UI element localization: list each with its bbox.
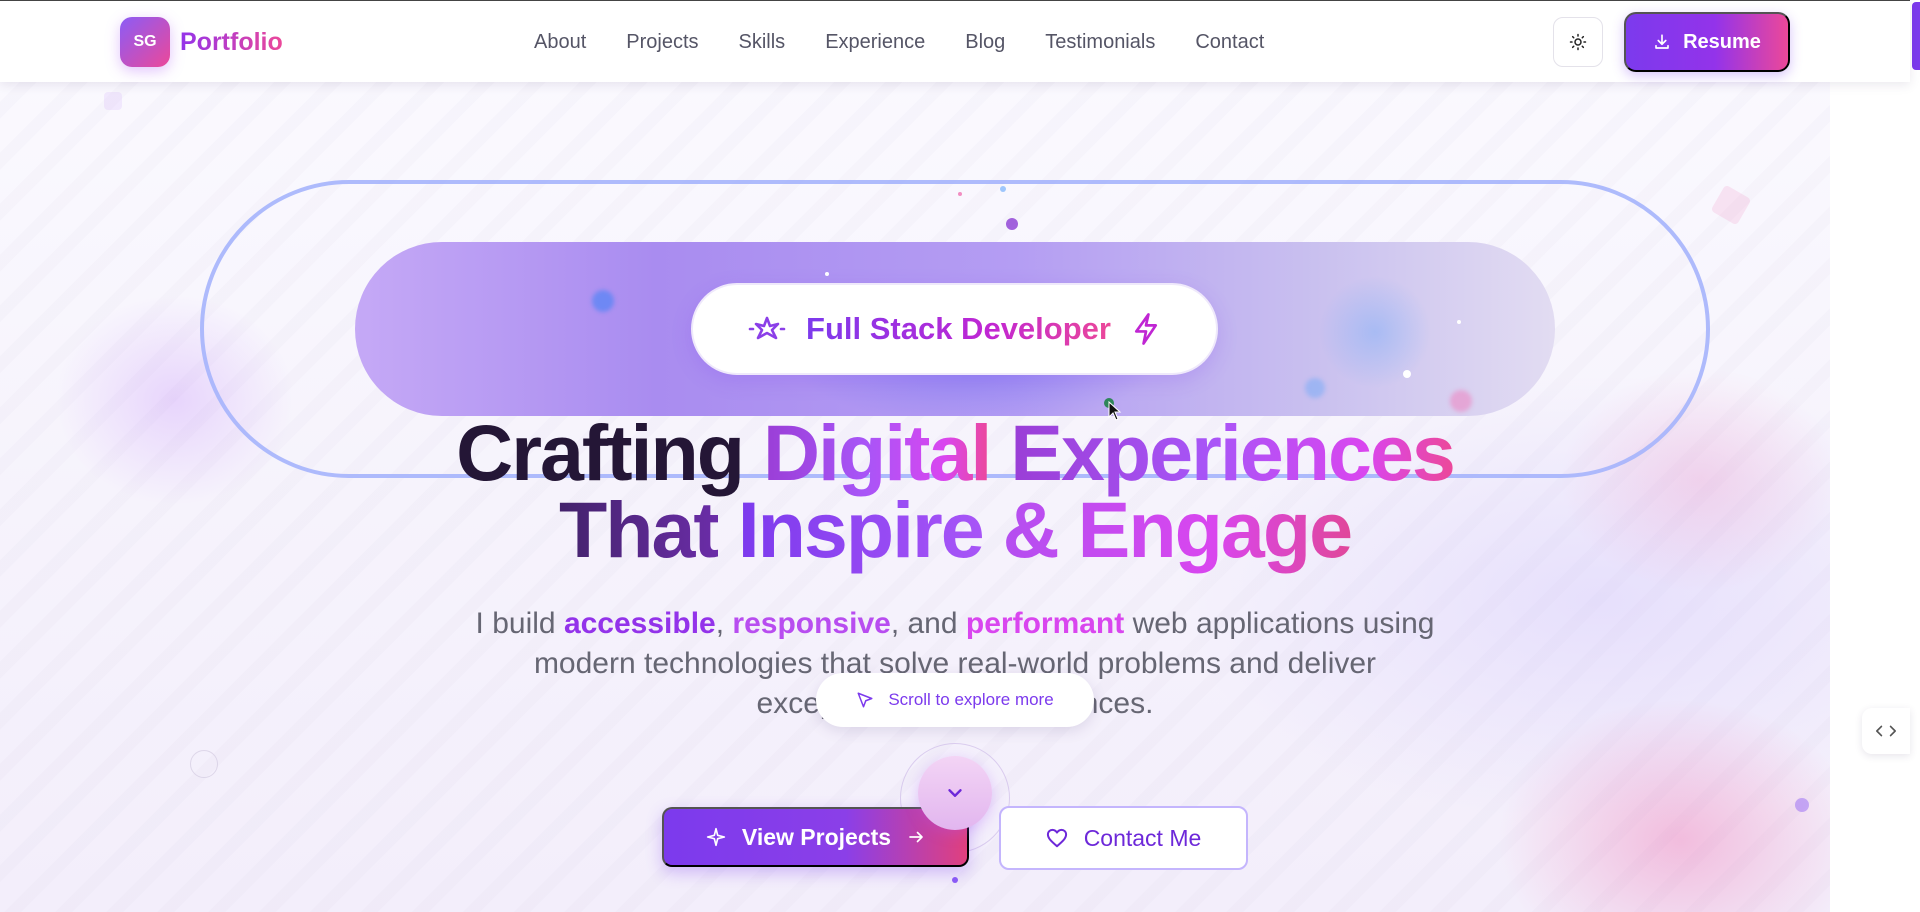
keyword-responsive: responsive <box>732 607 891 640</box>
nav-link-testimonials[interactable]: Testimonials <box>1045 29 1155 55</box>
view-projects-label: View Projects <box>741 823 892 850</box>
headline-word: Digital <box>762 408 992 497</box>
keyword-accessible: accessible <box>563 607 716 640</box>
download-icon <box>1655 34 1669 49</box>
decor-square <box>104 92 122 110</box>
view-projects-button[interactable]: View Projects <box>662 807 969 867</box>
nav-link-blog[interactable]: Blog <box>965 29 1005 55</box>
sun-icon <box>1569 33 1587 51</box>
role-badge-label: Full Stack Developer <box>806 311 1111 346</box>
logo-text[interactable]: Portfolio <box>180 25 283 59</box>
scrollbar-thumb[interactable] <box>1912 2 1920 70</box>
logo-badge[interactable]: SG <box>120 17 170 67</box>
scroll-down-button[interactable] <box>918 756 992 830</box>
cursor-pointer-icon <box>857 692 873 708</box>
headline-word: Crafting <box>456 408 745 497</box>
nav-link-experience[interactable]: Experience <box>825 29 925 55</box>
top-navbar: SG Portfolio About Projects Skills Exper… <box>0 0 1910 82</box>
contact-me-button[interactable]: Contact Me <box>999 806 1248 870</box>
keyword-performant: performant <box>965 607 1125 640</box>
subtext-part: I build <box>475 607 564 640</box>
sparkle-icon <box>748 316 786 340</box>
hero-headline-line2: That Inspire & Engage <box>0 490 1910 570</box>
nav-link-skills[interactable]: Skills <box>739 29 786 55</box>
role-badge: Full Stack Developer <box>691 283 1218 375</box>
scroll-hint-label: Scroll to explore more <box>888 690 1054 709</box>
scroll-hint-pill[interactable]: Scroll to explore more <box>816 673 1094 727</box>
theme-toggle-button[interactable] <box>1553 17 1603 67</box>
heart-icon <box>1046 828 1067 848</box>
headline-word: & Engage <box>1002 485 1353 574</box>
chevron-down-icon <box>948 789 962 797</box>
side-dev-tab[interactable] <box>1862 708 1910 754</box>
resume-button[interactable]: Resume <box>1624 12 1790 72</box>
headline-word: Inspire <box>737 485 985 574</box>
decor-circle <box>190 750 218 778</box>
logo-initials: SG <box>133 33 157 50</box>
hero-headline-line1: Crafting Digital Experiences <box>0 413 1910 493</box>
subtext-part: , and <box>890 607 966 640</box>
main-nav: About Projects Skills Experience Blog Te… <box>534 29 1304 55</box>
nav-link-projects[interactable]: Projects <box>626 29 698 55</box>
decor-dot <box>952 877 958 883</box>
nav-link-contact[interactable]: Contact <box>1195 29 1264 55</box>
sparkle-icon <box>706 827 726 847</box>
contact-me-label: Contact Me <box>1083 824 1202 851</box>
code-icon <box>1876 725 1896 737</box>
decor-dot <box>1795 798 1809 812</box>
headline-word: That <box>558 485 720 574</box>
resume-label: Resume <box>1683 30 1761 53</box>
nav-link-about[interactable]: About <box>534 29 586 55</box>
arrow-right-icon <box>909 831 923 843</box>
subtext-part: , <box>715 607 733 640</box>
headline-word: Experiences <box>1010 408 1456 497</box>
lightning-icon <box>1134 313 1158 345</box>
